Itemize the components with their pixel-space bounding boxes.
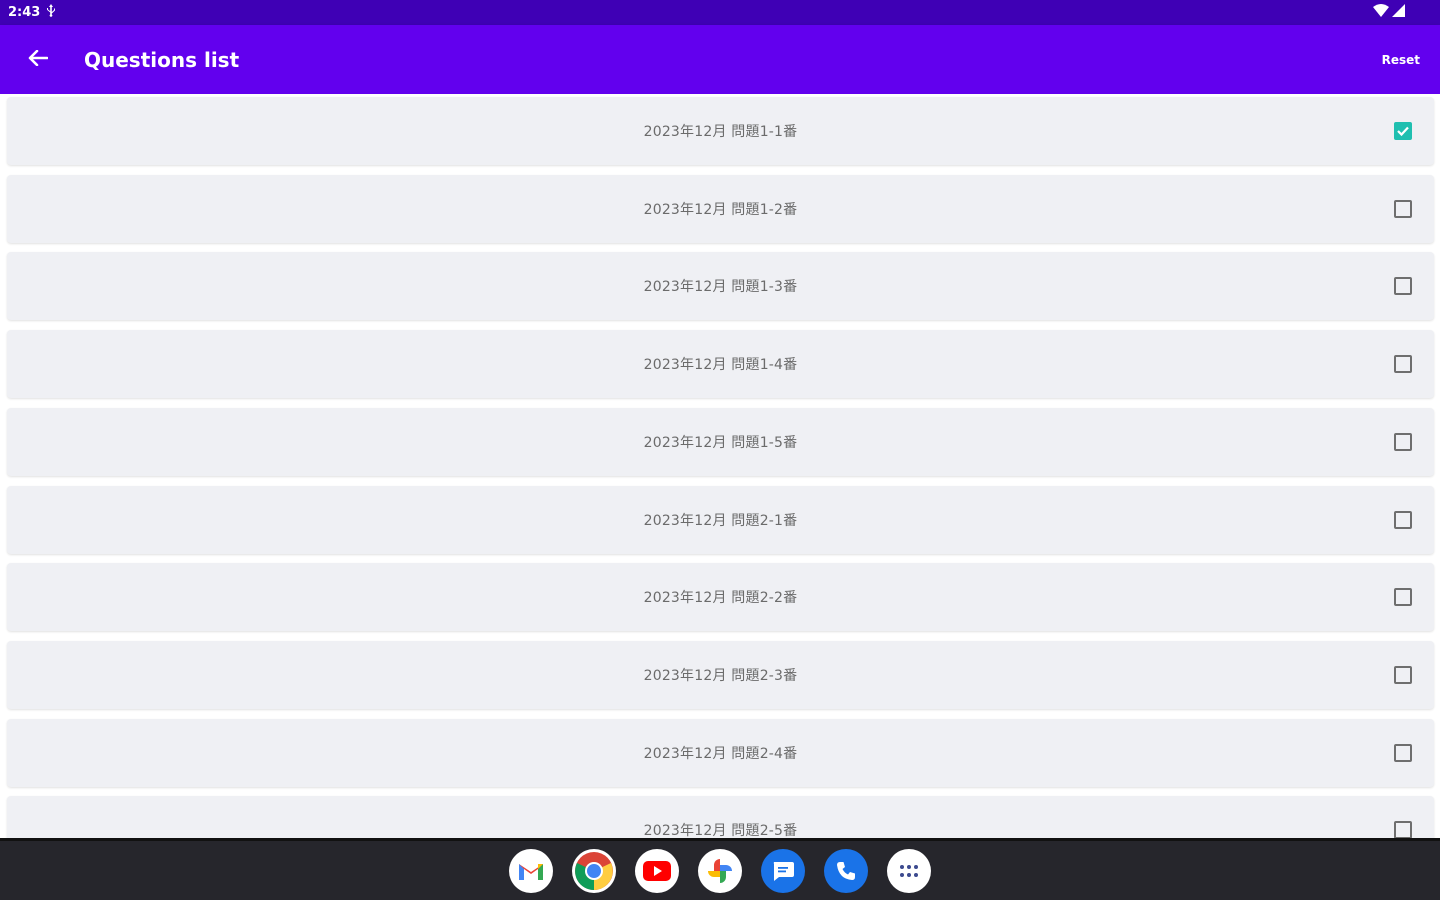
question-label: 2023年12月 問題2-5番 <box>643 823 798 838</box>
arrow-back-icon <box>28 49 49 70</box>
checkbox-unchecked[interactable] <box>1394 355 1412 374</box>
app-bar: Questions list Reset <box>0 25 1440 94</box>
back-button[interactable] <box>10 32 66 88</box>
youtube-icon[interactable] <box>635 848 679 893</box>
signal-icon <box>1392 4 1405 21</box>
gmail-icon[interactable] <box>509 848 553 893</box>
checkbox-unchecked[interactable] <box>1394 199 1412 218</box>
question-label: 2023年12月 問題1-2番 <box>643 201 798 218</box>
taskbar-dock <box>0 838 1440 900</box>
question-row[interactable]: 2023年12月 問題1-3番 <box>7 252 1434 321</box>
status-bar: 2:43 <box>0 0 1440 25</box>
question-label: 2023年12月 問題2-4番 <box>643 745 798 762</box>
question-label: 2023年12月 問題1-5番 <box>643 434 798 451</box>
question-row[interactable]: 2023年12月 問題1-2番 <box>7 174 1434 243</box>
photos-icon[interactable] <box>698 848 742 893</box>
question-label: 2023年12月 問題2-3番 <box>643 667 798 684</box>
page-title: Questions list <box>84 47 240 72</box>
battery-icon <box>1408 4 1416 21</box>
question-label: 2023年12月 問題1-4番 <box>643 357 798 374</box>
question-row[interactable]: 2023年12月 問題2-4番 <box>7 718 1434 787</box>
question-row[interactable]: 2023年12月 問題1-1番 <box>7 97 1434 165</box>
question-row[interactable]: 2023年12月 問題2-2番 <box>7 563 1434 632</box>
app-drawer-icon[interactable] <box>887 848 931 893</box>
reset-button[interactable]: Reset <box>1382 53 1420 67</box>
question-row[interactable]: 2023年12月 問題2-1番 <box>7 485 1434 554</box>
checkbox-unchecked[interactable] <box>1394 510 1412 529</box>
question-label: 2023年12月 問題2-1番 <box>643 512 798 529</box>
question-row[interactable]: 2023年12月 問題2-3番 <box>7 640 1434 709</box>
checkbox-unchecked[interactable] <box>1394 277 1412 296</box>
checkbox-unchecked[interactable] <box>1394 588 1412 607</box>
question-label: 2023年12月 問題2-2番 <box>643 590 798 607</box>
checkbox-unchecked[interactable] <box>1394 665 1412 684</box>
checkbox-unchecked[interactable] <box>1394 743 1412 762</box>
question-row[interactable]: 2023年12月 問題1-4番 <box>7 330 1434 399</box>
chrome-icon[interactable] <box>572 848 616 893</box>
question-row[interactable]: 2023年12月 問題2-5番 <box>7 796 1434 838</box>
checkbox-unchecked[interactable] <box>1394 821 1412 838</box>
check-icon <box>1397 126 1409 137</box>
clock: 2:43 <box>8 5 41 20</box>
question-row[interactable]: 2023年12月 問題1-5番 <box>7 407 1434 476</box>
questions-list[interactable]: 2023年12月 問題1-1番 2023年12月 問題1-2番 2023年12月 問… <box>0 94 1440 838</box>
wifi-icon <box>1373 4 1389 21</box>
checkbox-checked[interactable] <box>1394 122 1412 140</box>
question-label: 2023年12月 問題1-1番 <box>643 124 798 140</box>
messages-icon[interactable] <box>761 848 805 893</box>
phone-icon[interactable] <box>824 848 868 893</box>
checkbox-unchecked[interactable] <box>1394 432 1412 451</box>
usb-debug-icon <box>46 4 56 21</box>
question-label: 2023年12月 問題1-3番 <box>643 279 798 296</box>
